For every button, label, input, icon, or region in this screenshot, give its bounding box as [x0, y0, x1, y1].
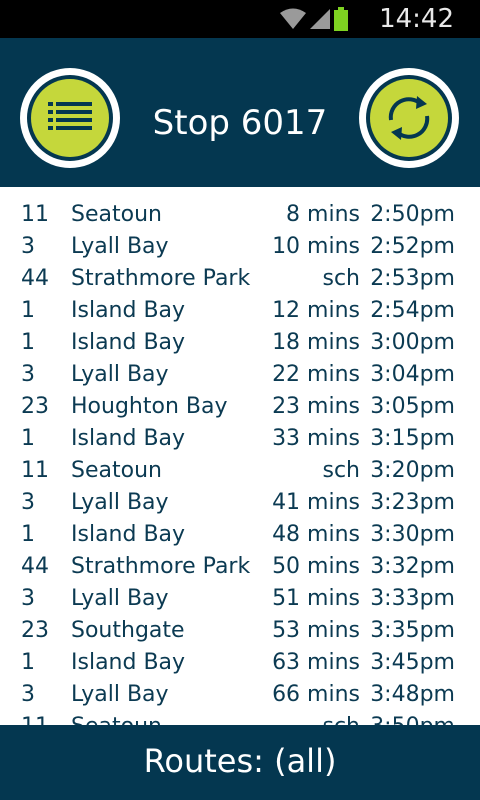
due-in: 12 mins: [272, 298, 360, 323]
list-icon: [48, 102, 92, 130]
due-in: 8 mins: [286, 202, 360, 227]
due-in: 18 mins: [272, 330, 360, 355]
destination-name: Island Bay: [71, 330, 186, 355]
signal-icon: [310, 9, 330, 29]
route-number: 3: [21, 490, 35, 515]
route-number: 11: [21, 711, 71, 725]
due-in: 50 mins: [272, 554, 360, 579]
route-number: 3: [21, 362, 35, 387]
status-icons: [280, 7, 348, 31]
destination-name: Houghton Bay: [71, 394, 228, 419]
route-number: 3: [21, 586, 35, 611]
departure-row[interactable]: 44 Strathmore Park 50 mins 3:32pm: [0, 551, 480, 583]
battery-icon: [334, 7, 348, 31]
due-in: 41 mins: [272, 490, 360, 515]
route-number: 3: [21, 234, 35, 259]
destination-name: Island Bay: [71, 426, 186, 451]
routes-filter-button[interactable]: Routes: (all): [0, 725, 480, 800]
due-in: 66 mins: [272, 682, 360, 707]
departure-time: 3:15pm: [370, 426, 455, 451]
departure-row[interactable]: 11Seatounsch3:50pm: [0, 711, 480, 725]
route-number: 1: [21, 650, 35, 675]
departure-time: 2:53pm: [370, 266, 455, 291]
due-in: sch: [262, 711, 360, 725]
due-in: 23 mins: [272, 394, 360, 419]
departure-time: 2:52pm: [370, 234, 455, 259]
due-in: 51 mins: [272, 586, 360, 611]
wifi-icon: [280, 8, 306, 29]
list-button[interactable]: [20, 68, 120, 168]
departure-time: 2:54pm: [370, 298, 455, 323]
route-number: 1: [21, 298, 35, 323]
departure-row[interactable]: 1 Island Bay 12 mins 2:54pm: [0, 295, 480, 327]
route-number: 11: [21, 202, 49, 227]
destination-name: Island Bay: [71, 522, 186, 547]
departure-time: 3:32pm: [370, 554, 455, 579]
status-bar: 14:42: [0, 0, 480, 38]
route-number: 3: [21, 682, 35, 707]
status-time: 14:42: [379, 4, 454, 34]
departure-time: 3:35pm: [370, 618, 455, 643]
destination-name: Island Bay: [71, 650, 186, 675]
destination-name: Southgate: [71, 618, 185, 643]
departure-time: 3:33pm: [370, 586, 455, 611]
due-in: 22 mins: [272, 362, 360, 387]
departure-row[interactable]: 23 Houghton Bay 23 mins 3:05pm: [0, 391, 480, 423]
departure-time: 3:04pm: [370, 362, 455, 387]
departure-row[interactable]: 1 Island Bay 63 mins 3:45pm: [0, 647, 480, 679]
departure-row[interactable]: 1 Island Bay 18 mins 3:00pm: [0, 327, 480, 359]
destination-name: Strathmore Park: [71, 554, 251, 579]
due-in: sch: [322, 266, 360, 291]
departure-time: 3:45pm: [370, 650, 455, 675]
departure-row[interactable]: 3 Lyall Bay 66 mins 3:48pm: [0, 679, 480, 711]
route-number: 23: [21, 394, 49, 419]
due-in: 63 mins: [272, 650, 360, 675]
destination-name: Lyall Bay: [71, 490, 169, 515]
departure-time: 3:00pm: [370, 330, 455, 355]
route-number: 44: [21, 554, 49, 579]
departure-row[interactable]: 11 Seatoun 8 mins 2:50pm: [0, 199, 480, 231]
refresh-button[interactable]: [359, 68, 459, 168]
departure-time: 3:30pm: [370, 522, 455, 547]
departure-row[interactable]: 3 Lyall Bay 41 mins 3:23pm: [0, 487, 480, 519]
departure-row[interactable]: 11 Seatoun sch 3:20pm: [0, 455, 480, 487]
destination-name: Strathmore Park: [71, 266, 251, 291]
route-number: 1: [21, 522, 35, 547]
route-number: 1: [21, 330, 35, 355]
destination-name: Seatoun: [71, 711, 271, 725]
destination-name: Lyall Bay: [71, 586, 169, 611]
route-number: 44: [21, 266, 49, 291]
due-in: 53 mins: [272, 618, 360, 643]
route-number: 11: [21, 458, 49, 483]
refresh-icon: [388, 96, 430, 140]
route-number: 1: [21, 426, 35, 451]
departure-time: 3:23pm: [370, 490, 455, 515]
header: Stop 6017: [0, 38, 480, 187]
departure-time: 2:50pm: [370, 202, 455, 227]
departure-time: 3:50pm: [360, 711, 455, 725]
destination-name: Seatoun: [71, 202, 162, 227]
departure-row[interactable]: 1 Island Bay 33 mins 3:15pm: [0, 423, 480, 455]
departure-list[interactable]: 11 Seatoun 8 mins 2:50pm 3 Lyall Bay 10 mins 2:…: [0, 187, 480, 725]
destination-name: Island Bay: [71, 298, 186, 323]
destination-name: Lyall Bay: [71, 234, 169, 259]
departure-time: 3:48pm: [370, 682, 455, 707]
departure-time: 3:05pm: [370, 394, 455, 419]
departure-row[interactable]: 3 Lyall Bay 51 mins 3:33pm: [0, 583, 480, 615]
stop-title: Stop 6017: [152, 103, 328, 143]
departure-row[interactable]: 3 Lyall Bay 22 mins 3:04pm: [0, 359, 480, 391]
departure-row[interactable]: 23 Southgate 53 mins 3:35pm: [0, 615, 480, 647]
destination-name: Lyall Bay: [71, 362, 169, 387]
due-in: 33 mins: [272, 426, 360, 451]
due-in: 48 mins: [272, 522, 360, 547]
departure-row[interactable]: 44 Strathmore Park sch 2:53pm: [0, 263, 480, 295]
route-number: 23: [21, 618, 49, 643]
destination-name: Seatoun: [71, 458, 162, 483]
departure-row[interactable]: 1 Island Bay 48 mins 3:30pm: [0, 519, 480, 551]
due-in: 10 mins: [272, 234, 360, 259]
departure-row[interactable]: 3 Lyall Bay 10 mins 2:52pm: [0, 231, 480, 263]
due-in: sch: [322, 458, 360, 483]
destination-name: Lyall Bay: [71, 682, 169, 707]
departure-time: 3:20pm: [370, 458, 455, 483]
